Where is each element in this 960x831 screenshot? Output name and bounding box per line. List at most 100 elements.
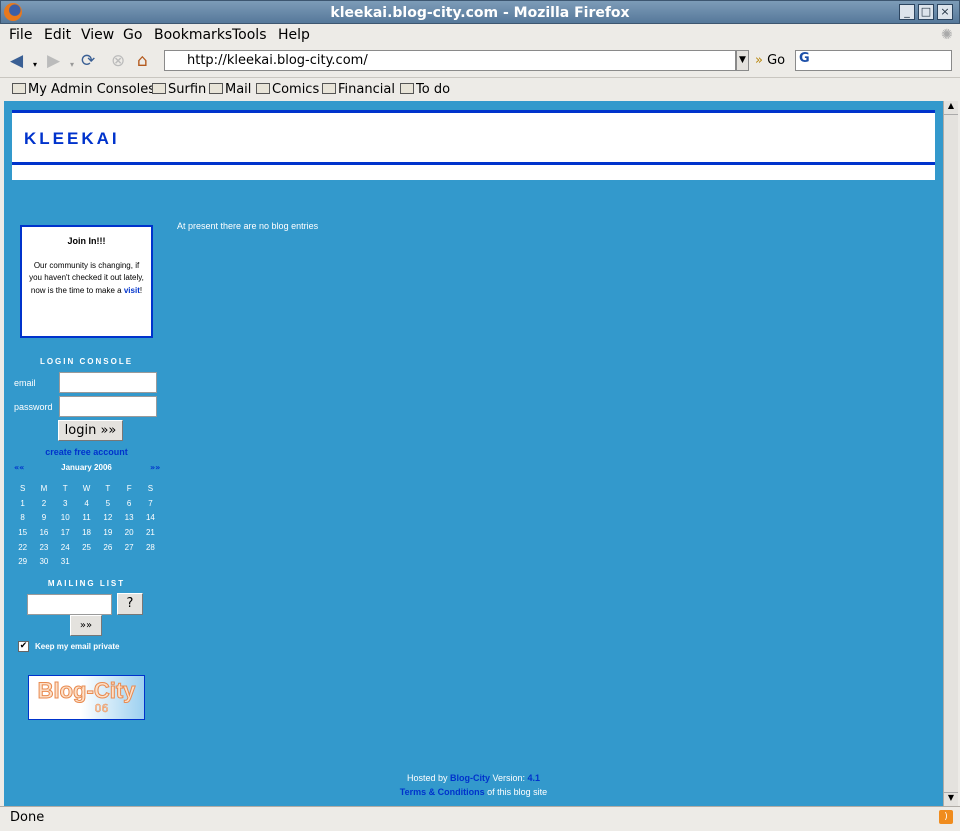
blog-header: KLEEKAI — [12, 110, 935, 180]
bookmark-folder[interactable]: Mail — [209, 82, 251, 97]
bookmark-folder[interactable]: To do — [400, 82, 450, 97]
vertical-scrollbar[interactable]: ▲ ▼ — [943, 101, 958, 806]
back-icon[interactable]: ◀ — [10, 52, 23, 70]
go-button[interactable]: » Go — [755, 53, 785, 68]
status-text: Done — [10, 810, 45, 825]
calendar-day: 3 — [63, 498, 68, 508]
keep-private-checkbox[interactable]: ✔ — [18, 641, 29, 652]
join-title: Join In!!! — [67, 236, 106, 246]
scroll-up-icon[interactable]: ▲ — [944, 101, 958, 115]
bookmark-folder[interactable]: Comics — [256, 82, 319, 97]
calendar-day — [118, 554, 139, 569]
search-input[interactable]: G — [795, 50, 952, 71]
create-account-link[interactable]: create free account — [45, 447, 128, 457]
mailing-submit-button[interactable]: »» — [70, 615, 102, 636]
calendar-week: 8 9 10 11 12 13 14 — [12, 510, 161, 525]
hosted-text: Hosted by — [406, 773, 450, 783]
home-icon[interactable]: ⌂ — [137, 52, 148, 70]
firefox-logo-icon — [4, 3, 22, 21]
back-dropdown-icon[interactable]: ▾ — [33, 56, 37, 74]
go-label: Go — [767, 53, 786, 68]
bookmark-folder[interactable]: Surfin — [152, 82, 206, 97]
menu-tools[interactable]: Tools — [232, 27, 267, 43]
forward-icon[interactable]: ▶ — [47, 52, 60, 70]
password-label: password — [14, 402, 53, 412]
calendar-day — [76, 554, 97, 569]
header-divider — [12, 162, 935, 165]
email-label: email — [14, 378, 36, 388]
menu-bar: File Edit View Go Bookmarks Tools Help ✺ — [0, 24, 960, 46]
menu-go[interactable]: Go — [123, 27, 142, 43]
calendar-day: 13 — [124, 513, 134, 523]
footer-terms: Terms & Conditions of this blog site — [4, 787, 943, 797]
bookmarks-toolbar: My Admin Consoles Surfin Mail Comics Fin… — [0, 77, 960, 101]
calendar-day: 1 — [20, 498, 25, 508]
stop-icon[interactable]: ⊗ — [111, 52, 125, 70]
calendar-day: 20 — [124, 527, 134, 537]
window-title: kleekai.blog-city.com - Mozilla Firefox — [330, 5, 630, 21]
keep-private-label: Keep my email private — [35, 642, 120, 651]
menu-edit[interactable]: Edit — [44, 27, 71, 43]
calendar-day: 10 — [60, 513, 70, 523]
menu-bookmarks[interactable]: Bookmarks — [154, 27, 232, 43]
join-box: Join In!!! Our community is changing, if… — [20, 225, 153, 338]
calendar-day: 27 — [124, 542, 134, 552]
calendar-weekdays: SMTWTFS — [12, 481, 161, 496]
calendar-day: 14 — [145, 513, 155, 523]
bookmark-folder[interactable]: My Admin Consoles — [12, 82, 155, 97]
calendar-weekday: M — [40, 483, 48, 493]
calendar-day: 31 — [60, 557, 70, 567]
close-button[interactable]: × — [937, 4, 953, 20]
calendar-day: 15 — [18, 527, 28, 537]
page-content: KLEEKAI At present there are no blog ent… — [4, 101, 943, 806]
no-entries-text: At present there are no blog entries — [177, 221, 319, 231]
version-link[interactable]: 4.1 — [528, 773, 541, 783]
badge-year: 06 — [94, 702, 109, 715]
blog-city-badge[interactable]: Blog-City 06 — [28, 675, 145, 720]
calendar-weekday: S — [19, 483, 26, 493]
minimize-button[interactable]: _ — [899, 4, 915, 20]
password-field[interactable] — [59, 396, 157, 417]
mailing-email-input[interactable] — [27, 594, 112, 615]
calendar-weekday: F — [126, 483, 132, 493]
url-dropdown-button[interactable]: ▼ — [736, 50, 749, 71]
url-text: http://kleekai.blog-city.com/ — [187, 53, 368, 68]
login-button[interactable]: login »» — [58, 420, 123, 441]
login-heading: LOGIN CONSOLE — [39, 357, 134, 366]
visit-link[interactable]: visit — [124, 286, 140, 295]
reload-icon[interactable]: ⟳ — [81, 52, 95, 70]
calendar-day — [97, 554, 118, 569]
menu-file[interactable]: File — [9, 27, 32, 43]
blog-city-link[interactable]: Blog-City — [450, 773, 490, 783]
rss-feed-icon[interactable]: ) — [939, 810, 953, 824]
forward-dropdown-icon[interactable]: ▾ — [70, 56, 74, 74]
calendar-day: 23 — [39, 542, 49, 552]
calendar-next[interactable]: »» — [150, 463, 160, 472]
version-label: Version: — [489, 773, 528, 783]
calendar-day: 5 — [105, 498, 111, 508]
calendar-day: 21 — [145, 527, 155, 537]
blog-title[interactable]: KLEEKAI — [24, 129, 120, 149]
maximize-button[interactable]: □ — [918, 4, 934, 20]
throbber-icon: ✺ — [941, 27, 953, 43]
calendar-day: 16 — [39, 527, 49, 537]
bookmark-folder[interactable]: Financial — [322, 82, 395, 97]
join-after: ! — [139, 285, 143, 295]
terms-after: of this blog site — [484, 787, 548, 797]
calendar-day: 22 — [18, 542, 28, 552]
scroll-down-icon[interactable]: ▼ — [944, 792, 958, 806]
calendar-day: 26 — [103, 542, 113, 552]
menu-view[interactable]: View — [81, 27, 114, 43]
calendar-day: 7 — [148, 498, 153, 508]
email-field[interactable] — [59, 372, 157, 393]
calendar-day: 6 — [126, 498, 132, 508]
calendar-day: 12 — [103, 513, 113, 523]
calendar-day: 17 — [60, 527, 70, 537]
terms-link[interactable]: Terms & Conditions — [400, 787, 485, 797]
menu-help[interactable]: Help — [278, 27, 310, 43]
calendar-day: 2 — [41, 498, 47, 508]
join-text: Our community is changing, if you haven'… — [28, 260, 145, 298]
mailing-help-button[interactable]: ? — [117, 593, 143, 615]
url-bar[interactable]: http://kleekai.blog-city.com/ — [164, 50, 736, 71]
calendar-day: 28 — [145, 542, 155, 552]
